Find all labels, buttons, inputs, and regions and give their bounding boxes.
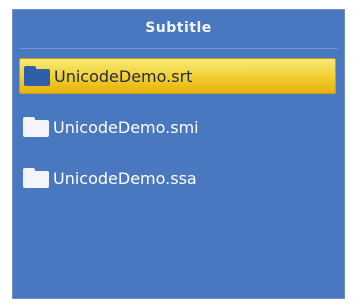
file-list: UnicodeDemo.srt UnicodeDemo.smi UnicodeD… [19, 58, 336, 211]
file-name: UnicodeDemo.smi [53, 117, 199, 137]
file-list-item-smi[interactable]: UnicodeDemo.smi [19, 109, 336, 145]
dialog-title: Subtitle [145, 20, 212, 36]
folder-icon [24, 66, 50, 86]
file-name: UnicodeDemo.srt [54, 66, 193, 86]
file-list-item-ssa[interactable]: UnicodeDemo.ssa [19, 160, 336, 196]
file-list-item-srt[interactable]: UnicodeDemo.srt [19, 58, 336, 94]
file-name: UnicodeDemo.ssa [53, 168, 197, 188]
subtitle-file-dialog: Subtitle UnicodeDemo.srt UnicodeDemo.smi… [12, 9, 345, 299]
title-divider [19, 48, 338, 49]
folder-icon [23, 168, 49, 188]
folder-icon [23, 117, 49, 137]
